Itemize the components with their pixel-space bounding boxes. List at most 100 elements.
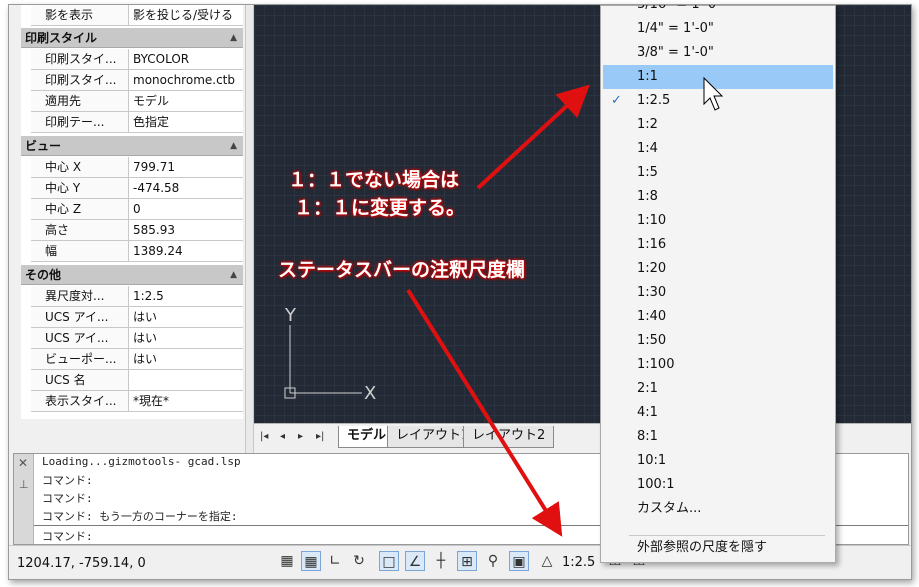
property-value[interactable]: 色指定 — [130, 112, 243, 132]
command-history-line: Loading...gizmotools- gcad.lsp — [42, 455, 241, 468]
section-title: ビュー — [25, 139, 62, 153]
property-key: 異尺度対... — [31, 286, 129, 306]
property-key: 表示スタイ... — [31, 391, 129, 411]
viewport-icon[interactable]: ▣ — [509, 551, 529, 571]
property-key: UCS アイ... — [31, 307, 129, 327]
scale-option[interactable]: カスタム... — [603, 497, 833, 521]
scale-option[interactable]: 1:30 — [603, 281, 833, 305]
pin-icon[interactable]: ⊥ — [19, 478, 29, 491]
property-row[interactable]: ビューポー... はい — [31, 349, 243, 370]
property-row[interactable]: UCS 名 — [31, 370, 243, 391]
property-key: 中心 X — [31, 157, 129, 177]
property-value[interactable]: 0 — [130, 199, 243, 219]
collapse-icon[interactable]: ▲ — [230, 28, 237, 48]
property-value[interactable]: 799.71 — [130, 157, 243, 177]
scale-option[interactable]: 100:1 — [603, 473, 833, 497]
scale-option[interactable]: 1:1 — [603, 65, 833, 89]
property-value[interactable]: BYCOLOR — [130, 49, 243, 69]
scale-option[interactable]: 1:20 — [603, 257, 833, 281]
property-row[interactable]: 印刷スタイ... BYCOLOR — [31, 49, 243, 70]
otrack-icon[interactable]: ∠ — [405, 551, 425, 571]
annotation-scale-icon[interactable]: △ — [537, 551, 557, 571]
property-row[interactable]: UCS アイ... はい — [31, 307, 243, 328]
section-header-misc[interactable]: その他 ▲ — [21, 265, 243, 285]
property-value[interactable]: monochrome.ctb — [130, 70, 243, 90]
property-value[interactable]: モデル — [130, 91, 243, 111]
annotation-scale-button[interactable]: 1:2.5 — [562, 555, 595, 570]
property-row[interactable]: 表示スタイ... *現在* — [31, 391, 243, 412]
next-tab-icon[interactable]: ▸ — [298, 431, 303, 442]
scale-option[interactable]: 1:50 — [603, 329, 833, 353]
hide-xref-scales-option[interactable]: 外部参照の尺度を隠す — [603, 536, 833, 560]
scale-option[interactable]: 4:1 — [603, 401, 833, 425]
property-value[interactable]: *現在* — [130, 391, 243, 411]
property-row[interactable]: 適用先 モデル — [31, 91, 243, 112]
close-icon[interactable]: ✕ — [18, 456, 28, 470]
property-key: 幅 — [31, 241, 129, 261]
scale-option[interactable]: 10:1 — [603, 449, 833, 473]
scale-option-label: 8:1 — [637, 429, 658, 444]
property-value[interactable] — [130, 370, 243, 390]
last-tab-icon[interactable]: ▸| — [316, 431, 324, 442]
property-value[interactable]: はい — [130, 307, 243, 327]
property-value[interactable]: 585.93 — [130, 220, 243, 240]
scale-option-label: 1:1 — [637, 69, 658, 84]
palette-splitter[interactable] — [245, 5, 254, 453]
property-row[interactable]: 中心 Z0 — [31, 199, 243, 220]
collapse-icon[interactable]: ▲ — [230, 265, 237, 285]
property-row[interactable]: 印刷スタイ... monochrome.ctb — [31, 70, 243, 91]
section-header-plot-style[interactable]: 印刷スタイル ▲ — [21, 28, 243, 48]
scale-option[interactable]: 2:1 — [603, 377, 833, 401]
scale-option-label: 1:30 — [637, 285, 667, 300]
property-key: UCS 名 — [31, 370, 129, 390]
property-row[interactable]: 高さ 585.93 — [31, 220, 243, 241]
scale-option[interactable]: 3/8" = 1'-0" — [603, 41, 833, 65]
command-window-handle[interactable]: ✕ ⊥ — [14, 454, 34, 544]
osnap-icon[interactable]: □ — [379, 551, 399, 571]
scale-option[interactable]: ✓ 1:2.5 — [603, 89, 833, 113]
scale-option[interactable]: 1:4 — [603, 137, 833, 161]
property-value[interactable]: はい — [130, 328, 243, 348]
tab-layout2[interactable]: レイアウト2 — [463, 426, 555, 448]
scale-option[interactable]: 3/16" = 1'-0" — [603, 5, 833, 17]
scale-option[interactable]: 1:5 — [603, 161, 833, 185]
scale-option-label: 1:50 — [637, 333, 667, 348]
property-value[interactable]: 影を投じる/受ける — [130, 5, 243, 25]
property-key: 適用先 — [31, 91, 129, 111]
property-value[interactable]: 1:2.5 — [130, 286, 243, 306]
scale-option[interactable]: 1:8 — [603, 185, 833, 209]
first-tab-icon[interactable]: |◂ — [260, 431, 268, 442]
property-row[interactable]: 中心 X 799.71 — [31, 157, 243, 178]
scale-option[interactable]: 1/4" = 1'-0" — [603, 17, 833, 41]
prev-tab-icon[interactable]: ◂ — [280, 431, 285, 442]
scale-option[interactable]: 1:100 — [603, 353, 833, 377]
property-row[interactable]: 幅 1389.24 — [31, 241, 243, 262]
property-value[interactable]: -474.58 — [130, 178, 243, 198]
annotation-scale-dropdown: 3/16" = 1'-0" 1/4" = 1'-0" 3/8" = 1'-0" 1:1… — [600, 5, 836, 563]
scale-option[interactable]: 1:10 — [603, 209, 833, 233]
polar-icon[interactable]: ↻ — [349, 551, 369, 571]
property-value[interactable]: はい — [130, 349, 243, 369]
coordinate-readout: 1204.17, -759.14, 0 — [17, 556, 146, 571]
property-row[interactable]: 中心 Y -474.58 — [31, 178, 243, 199]
grid-icon[interactable]: ▦ — [277, 551, 297, 571]
annotation-icon[interactable]: ⊞ — [457, 551, 477, 571]
scale-option[interactable]: 8:1 — [603, 425, 833, 449]
ortho-icon[interactable]: ∟ — [325, 551, 345, 571]
property-row[interactable]: UCS アイ... はい — [31, 328, 243, 349]
collapse-icon[interactable]: ▲ — [230, 136, 237, 156]
snap-icon[interactable]: ▦ — [301, 551, 321, 571]
scale-option[interactable]: 1:40 — [603, 305, 833, 329]
property-row-shadow[interactable]: 影を表示 影を投じる/受ける — [31, 5, 243, 26]
lineweight-icon[interactable]: ┼ — [431, 551, 451, 571]
zoom-icon[interactable]: ⚲ — [483, 551, 503, 571]
property-value[interactable]: 1389.24 — [130, 241, 243, 261]
scale-option[interactable]: 1:2 — [603, 113, 833, 137]
section-header-view[interactable]: ビュー ▲ — [21, 136, 243, 156]
annotation-note1-line1: １：１でない場合は — [288, 169, 460, 191]
scale-option-label: 4:1 — [637, 405, 658, 420]
property-row[interactable]: 異尺度対... 1:2.5 — [31, 286, 243, 307]
property-row[interactable]: 印刷テー... 色指定 — [31, 112, 243, 133]
scale-option[interactable]: 1:16 — [603, 233, 833, 257]
section-title: 印刷スタイル — [25, 31, 98, 45]
